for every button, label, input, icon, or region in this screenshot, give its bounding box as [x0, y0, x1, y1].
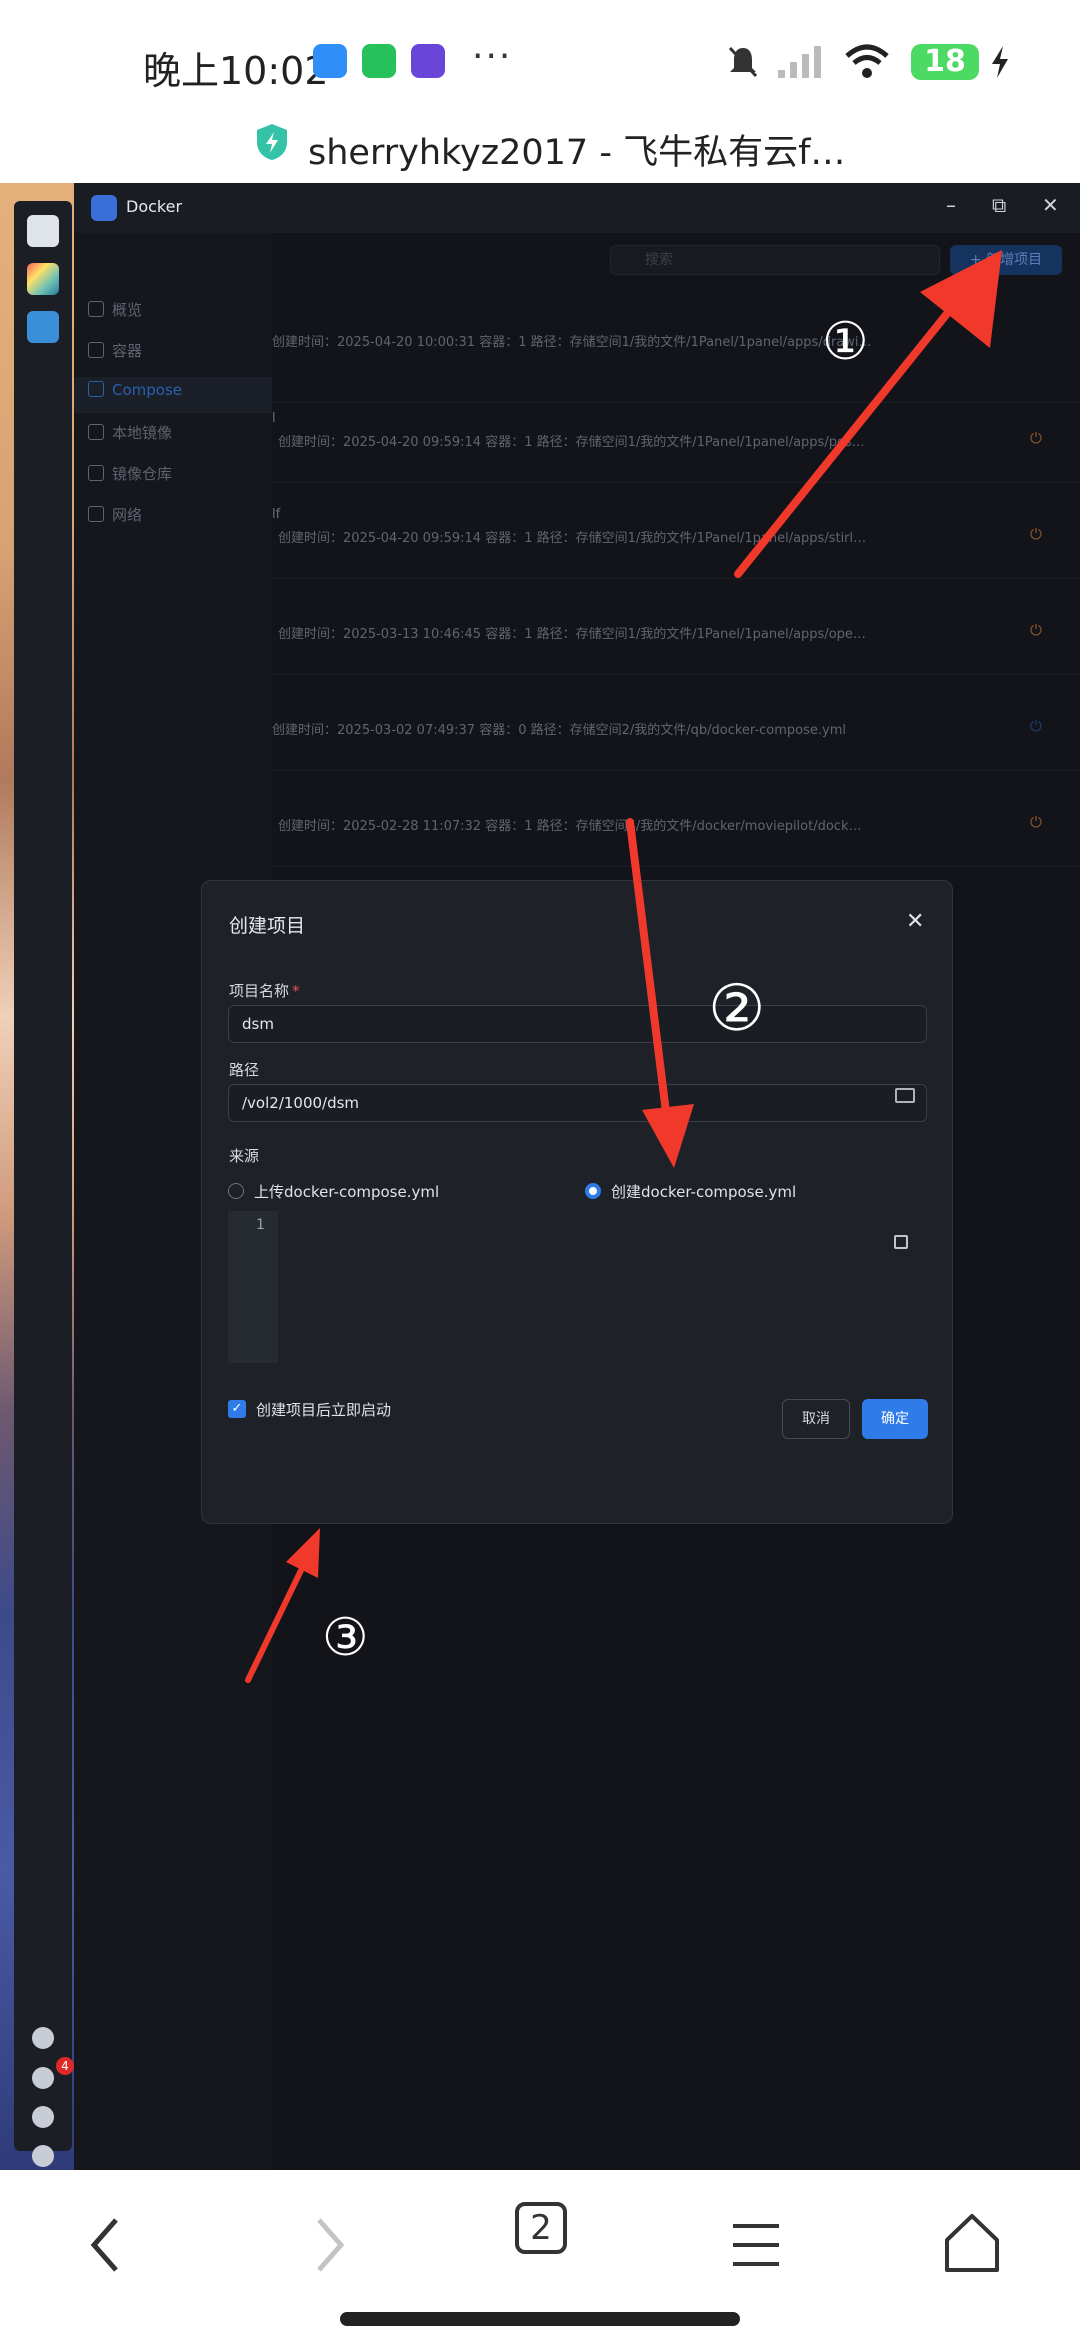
power-icon[interactable]: ⏻ [1030, 717, 1042, 735]
menu-icon[interactable] [711, 2200, 801, 2290]
annotation-label-2: ② [708, 972, 766, 1046]
signal-icon [778, 46, 821, 78]
network-globe-icon [88, 506, 104, 522]
sidebar-item-network[interactable]: 网络 [88, 504, 142, 534]
shield-icon [257, 124, 287, 160]
search-input[interactable]: 搜索 [610, 245, 940, 275]
bell-muted-icon [728, 46, 758, 78]
sidebar-item-containers[interactable]: 容器 [88, 340, 142, 370]
window-title: Docker [126, 197, 183, 216]
video-app-icon [411, 44, 445, 78]
dock: 4 [14, 201, 74, 2167]
copy-icon[interactable] [894, 1235, 908, 1249]
docker-logo-icon [91, 195, 117, 221]
page-title[interactable]: sherryhkyz2017 - 飞牛私有云f… [308, 124, 845, 175]
project-row[interactable]: 创建时间：2025-03-13 10:46:45 容器：1 路径：存储空间1/我… [272, 595, 1080, 675]
project-name: l [272, 411, 276, 426]
power-icon[interactable]: ⏻ [1030, 813, 1042, 831]
globe-icon[interactable] [32, 2027, 54, 2049]
more-notifications-icon: ··· [472, 36, 513, 77]
project-meta: 创建时间：2025-03-13 10:46:45 容器：1 路径：存储空间1/我… [278, 627, 866, 642]
project-meta: 创建时间：2025-04-20 09:59:14 容器：1 路径：存储空间1/我… [278, 531, 867, 546]
project-name: lf [272, 507, 281, 522]
power-icon[interactable]: ⏻ [1030, 429, 1042, 447]
notification-badge: 4 [56, 2057, 74, 2075]
home-icon [88, 465, 104, 481]
annotation-label-1: ① [822, 312, 869, 372]
project-row[interactable]: 创建时间：2025-04-20 10:00:31 容器：1 路径：存储空间1/我… [272, 323, 1080, 403]
wechat-icon [362, 44, 396, 78]
app-center-icon[interactable] [27, 263, 59, 295]
line-number: 1 [256, 1217, 265, 1233]
gesture-home-bar[interactable] [340, 2312, 740, 2326]
settings-gear-icon[interactable] [32, 2145, 54, 2167]
docker-app-icon[interactable] [27, 311, 59, 343]
project-meta: 创建时间：2025-04-20 09:59:14 容器：1 路径：存储空间1/我… [278, 435, 865, 450]
maximize-button[interactable]: ⧉ [992, 193, 1006, 217]
status-bar: 晚上10:02 ··· 18 [0, 0, 1080, 128]
source-label: 来源 [229, 1147, 260, 1165]
back-icon[interactable] [60, 2200, 150, 2290]
battery-indicator: 18 [911, 44, 979, 80]
required-mark: * [292, 982, 300, 1000]
path-label: 路径 [229, 1061, 260, 1079]
power-icon[interactable]: ⏻ [1030, 621, 1042, 639]
minimize-button[interactable]: – [946, 193, 956, 217]
project-meta: 创建时间：2025-03-02 07:49:37 容器：0 路径：存储空间2/我… [272, 723, 846, 738]
autostart-label[interactable]: 创建项目后立即启动 [256, 1399, 391, 1420]
path-input[interactable]: /vol2/1000/dsm [228, 1084, 927, 1122]
user-icon[interactable] [32, 2106, 54, 2128]
sidebar-item-registry[interactable]: 镜像仓库 [88, 463, 172, 493]
window-titlebar: Docker – ⧉ ✕ [74, 183, 1080, 233]
computer-icon[interactable] [27, 215, 59, 247]
project-row[interactable]: 创建时间：2025-02-28 11:07:32 容器：1 路径：存储空间4/我… [272, 787, 1080, 867]
status-time: 晚上10:02 [143, 49, 329, 93]
create-compose-label[interactable]: 创建docker-compose.yml [611, 1181, 796, 1202]
project-row[interactable]: l 创建时间：2025-04-20 09:59:14 容器：1 路径：存储空间1… [272, 403, 1080, 483]
power-icon[interactable]: ⏻ [1030, 525, 1042, 543]
wifi-icon [845, 44, 889, 78]
new-project-button[interactable]: + 新增项目 [950, 245, 1062, 275]
create-compose-radio[interactable] [585, 1183, 601, 1199]
upload-compose-label[interactable]: 上传docker-compose.yml [254, 1181, 439, 1202]
compose-editor-gutter[interactable]: 1 [228, 1211, 278, 1363]
tab-count-button[interactable]: 2 [515, 2202, 567, 2254]
project-name-label: 项目名称 * [229, 982, 300, 1000]
home-icon[interactable] [927, 2200, 1017, 2290]
message-app-icon [313, 44, 347, 78]
confirm-button[interactable]: 确定 [862, 1399, 928, 1439]
disc-icon [88, 424, 104, 440]
upload-compose-radio[interactable] [228, 1183, 244, 1199]
folder-icon[interactable] [895, 1088, 915, 1103]
project-row[interactable]: lf 创建时间：2025-04-20 09:59:14 容器：1 路径：存储空间… [272, 499, 1080, 579]
grid-icon [88, 301, 104, 317]
charging-icon [992, 46, 1008, 78]
create-project-dialog: 创建项目 ✕ 项目名称 * dsm 路径 /vol2/1000/dsm 来源 上传… [201, 880, 953, 1524]
forward-icon[interactable] [285, 2200, 375, 2290]
sidebar-item-local-images[interactable]: 本地镜像 [88, 422, 172, 452]
autostart-checkbox[interactable]: ✓ [228, 1400, 246, 1418]
bell-icon[interactable] [32, 2067, 54, 2089]
project-name-input[interactable]: dsm [228, 1005, 927, 1043]
dialog-title: 创建项目 [229, 915, 306, 937]
dialog-close-button[interactable]: ✕ [906, 909, 924, 934]
cube-icon [88, 342, 104, 358]
sidebar-item-compose[interactable]: Compose [88, 381, 182, 411]
annotation-label-3: ③ [322, 1608, 369, 1668]
layers-icon [88, 381, 104, 397]
close-window-button[interactable]: ✕ [1042, 193, 1059, 217]
sidebar-item-overview[interactable]: 概览 [88, 299, 142, 329]
cancel-button[interactable]: 取消 [782, 1399, 850, 1439]
project-meta: 创建时间：2025-02-28 11:07:32 容器：1 路径：存储空间4/我… [278, 819, 862, 834]
project-meta: 创建时间：2025-04-20 10:00:31 容器：1 路径：存储空间1/我… [272, 335, 872, 350]
project-row[interactable]: 创建时间：2025-03-02 07:49:37 容器：0 路径：存储空间2/我… [272, 691, 1080, 771]
